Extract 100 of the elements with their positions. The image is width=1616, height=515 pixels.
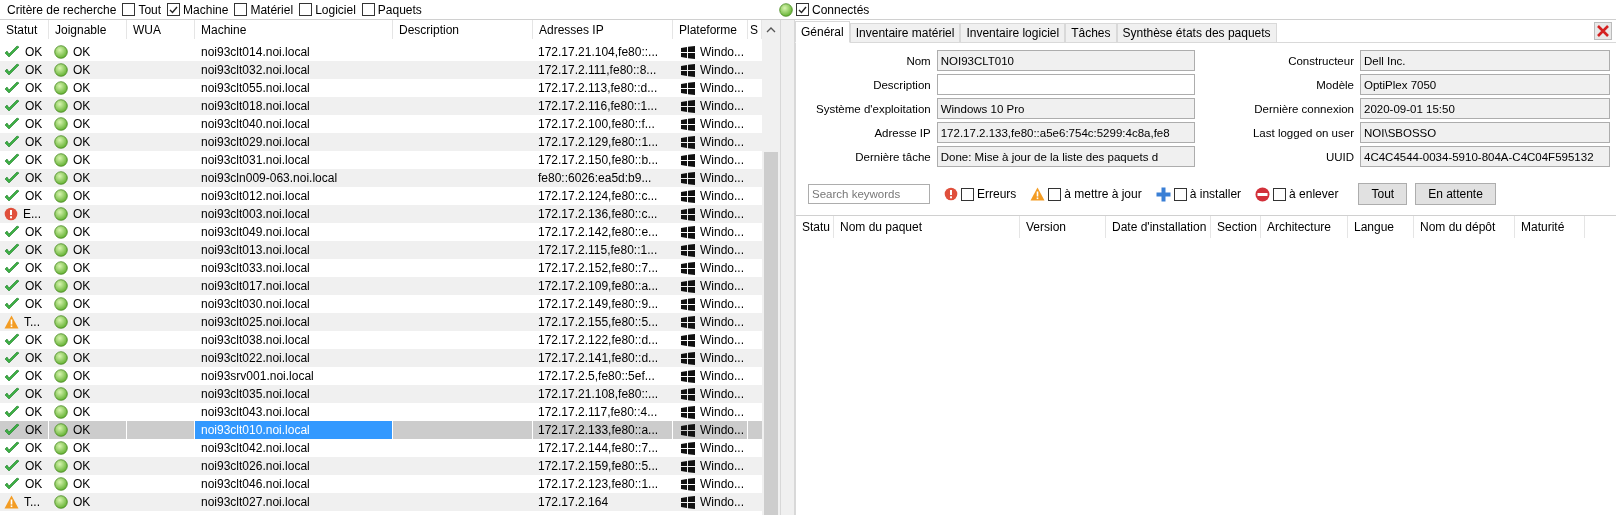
table-row[interactable]: OK OK noi93clt017.noi.local 172.17.2.109,fe80::a... Windo... — [0, 277, 762, 295]
checkbox-label: Paquets — [377, 2, 422, 17]
column-header[interactable]: Nom du dépôt — [1414, 216, 1515, 238]
column-header[interactable]: Machine — [195, 20, 393, 39]
table-cell: T... — [24, 315, 40, 329]
table-cell-text: 172.17.2.109,fe80::a... — [537, 278, 660, 295]
status-light-icon — [54, 243, 68, 257]
check-mark-icon — [4, 261, 20, 275]
table-row[interactable]: OK OK noi93clt029.noi.local 172.17.2.129,fe80::1... Windo... — [0, 133, 762, 151]
table-cell-text: noi93clt042.noi.local — [200, 440, 311, 457]
tab[interactable]: Général — [795, 21, 850, 43]
text-field[interactable]: 4C4C4544-0034-5910-804A-C4C04F595132 — [1360, 146, 1610, 167]
column-header[interactable]: Adresses IP — [533, 20, 673, 39]
text-field[interactable]: Done: Mise à jour de la liste des paquets d — [936, 146, 1195, 167]
table-cell: Windo... — [700, 423, 744, 437]
column-header[interactable]: Date d'installation — [1106, 216, 1211, 238]
checkbox[interactable] — [1273, 187, 1287, 201]
field-label: Dernière tâche — [855, 150, 931, 163]
text-field[interactable]: NOI93CLT010 — [936, 50, 1195, 71]
table-cell: OK — [73, 297, 91, 311]
checkbox[interactable] — [122, 3, 136, 16]
checkbox[interactable] — [234, 3, 248, 16]
column-header[interactable]: Statut — [0, 20, 49, 39]
tab[interactable]: Tâches — [1065, 23, 1117, 42]
checkbox[interactable] — [167, 3, 181, 16]
column-header[interactable]: Section — [1211, 216, 1261, 238]
status-light-icon — [54, 387, 68, 401]
table-cell: Windo... — [700, 279, 744, 293]
table-cell: OK — [73, 117, 91, 131]
check-mark-icon — [4, 189, 20, 203]
text-field[interactable]: OptiPlex 7050 — [1360, 74, 1610, 95]
search-field[interactable]: Search keywords — [808, 184, 930, 204]
column-header[interactable]: Plateforme — [673, 20, 748, 39]
table-cell: OK — [73, 459, 91, 473]
table-cell: OK — [25, 117, 43, 131]
windows-logo-icon — [681, 279, 695, 293]
scrollbar-thumb[interactable] — [764, 152, 778, 515]
text-field[interactable] — [936, 74, 1195, 95]
checkbox[interactable] — [1048, 187, 1062, 201]
checkbox[interactable] — [961, 187, 974, 201]
column-header[interactable]: Architecture — [1261, 216, 1348, 238]
tab[interactable]: Inventaire logiciel — [960, 23, 1066, 42]
table-row[interactable]: T... OK noi93clt025.noi.local 172.17.2.155,fe80::5... Windo... — [0, 313, 762, 331]
windows-logo-icon — [681, 171, 695, 185]
text-field[interactable]: Windows 10 Pro — [936, 98, 1195, 119]
check-mark-icon — [169, 5, 179, 14]
column-header[interactable]: WUA — [127, 20, 195, 39]
table-row[interactable]: T... OK noi93clt027.noi.local 172.17.2.164 Windo... — [0, 493, 762, 511]
table-row[interactable]: OK OK noi93clt032.noi.local 172.17.2.111,fe80::8... Windo... — [0, 61, 762, 79]
status-light-icon — [54, 369, 68, 383]
column-header[interactable]: Statu — [796, 216, 834, 238]
table-cell-text: noi93clt046.noi.local — [200, 476, 311, 493]
table-cell: OK — [25, 459, 43, 473]
table-cell: OK — [73, 243, 91, 257]
checkbox[interactable] — [299, 3, 313, 16]
column-header[interactable]: Version — [1020, 216, 1106, 238]
table-row[interactable]: OK OK noi93clt022.noi.local 172.17.2.141,fe80::d... Windo... — [0, 349, 762, 367]
column-header[interactable]: Joignable — [49, 20, 127, 39]
tab[interactable]: Inventaire matériel — [849, 23, 961, 42]
table-cell: Windo... — [700, 477, 744, 491]
checkbox-label: Tout — [138, 2, 162, 17]
field-label: Dernière connexion — [1254, 102, 1354, 115]
table-row[interactable]: OK OK noi93clt035.noi.local 172.17.21.108,fe80::... Windo... — [0, 385, 762, 403]
text-field[interactable]: 172.17.2.133,fe80::a5e6:754c:5299:4c8a,fe8 — [936, 122, 1195, 143]
column-header[interactable]: Langue — [1348, 216, 1414, 238]
table-cell: OK — [73, 369, 91, 383]
check-mark-icon — [4, 117, 20, 131]
column-header[interactable]: Nom du paquet — [834, 216, 1020, 238]
filter-button[interactable]: Tout — [1358, 183, 1408, 205]
table-cell-text: noi93clt055.noi.local — [200, 80, 311, 97]
scrollbar[interactable] — [762, 20, 780, 515]
column-header[interactable]: Maturité — [1515, 216, 1585, 238]
table-cell-text: fe80::6026:ea5d:b9... — [537, 170, 653, 187]
checkbox[interactable] — [796, 3, 809, 16]
text-field[interactable]: NOI\SBOSSO — [1360, 122, 1610, 143]
table-cell-text: 172.17.2.159,fe80::5... — [537, 458, 660, 475]
windows-logo-icon — [681, 81, 695, 95]
table-cell-text: 172.17.2.115,fe80::1... — [537, 242, 659, 259]
warning-icon — [4, 315, 19, 329]
column-header[interactable]: Description — [393, 20, 533, 39]
scroll-up-icon[interactable] — [766, 26, 776, 34]
table-row[interactable]: OK OK noi93clt013.noi.local 172.17.2.115,fe80::1... Windo... — [0, 241, 762, 259]
table-row[interactable]: OK OK noi93clt018.noi.local 172.17.2.116,fe80::1... Windo... — [0, 97, 762, 115]
table-cell: OK — [25, 297, 43, 311]
table-row[interactable]: OK OK noi93clt010.noi.local 172.17.2.133,fe80::a... Windo... — [0, 421, 762, 439]
windows-logo-icon — [681, 225, 695, 239]
table-cell-text: noi93cln009-063.noi.local — [200, 170, 339, 187]
text-field[interactable]: 2020-09-01 15:50 — [1360, 98, 1610, 119]
checkbox[interactable] — [1173, 187, 1187, 201]
table-row[interactable]: E... OK noi93clt003.noi.local 172.17.2.136,fe80::c... Windo... — [0, 205, 762, 223]
tab[interactable]: Synthèse états des paquets — [1116, 23, 1277, 42]
close-button[interactable] — [1594, 22, 1612, 40]
filter-button[interactable]: En attente — [1415, 183, 1496, 205]
checkbox[interactable] — [361, 3, 375, 16]
table-cell-text: 172.17.2.144,fe80::7... — [537, 440, 660, 457]
table-row[interactable]: OK OK noi93clt026.noi.local 172.17.2.159,fe80::5... Windo... — [0, 457, 762, 475]
table-cell: OK — [73, 81, 91, 95]
text-field[interactable]: Dell Inc. — [1360, 50, 1610, 71]
table-cell: Windo... — [700, 189, 744, 203]
table-row[interactable]: OK OK noi93cln009-063.noi.local fe80::6026:ea5d:b9... Windo... — [0, 169, 762, 187]
